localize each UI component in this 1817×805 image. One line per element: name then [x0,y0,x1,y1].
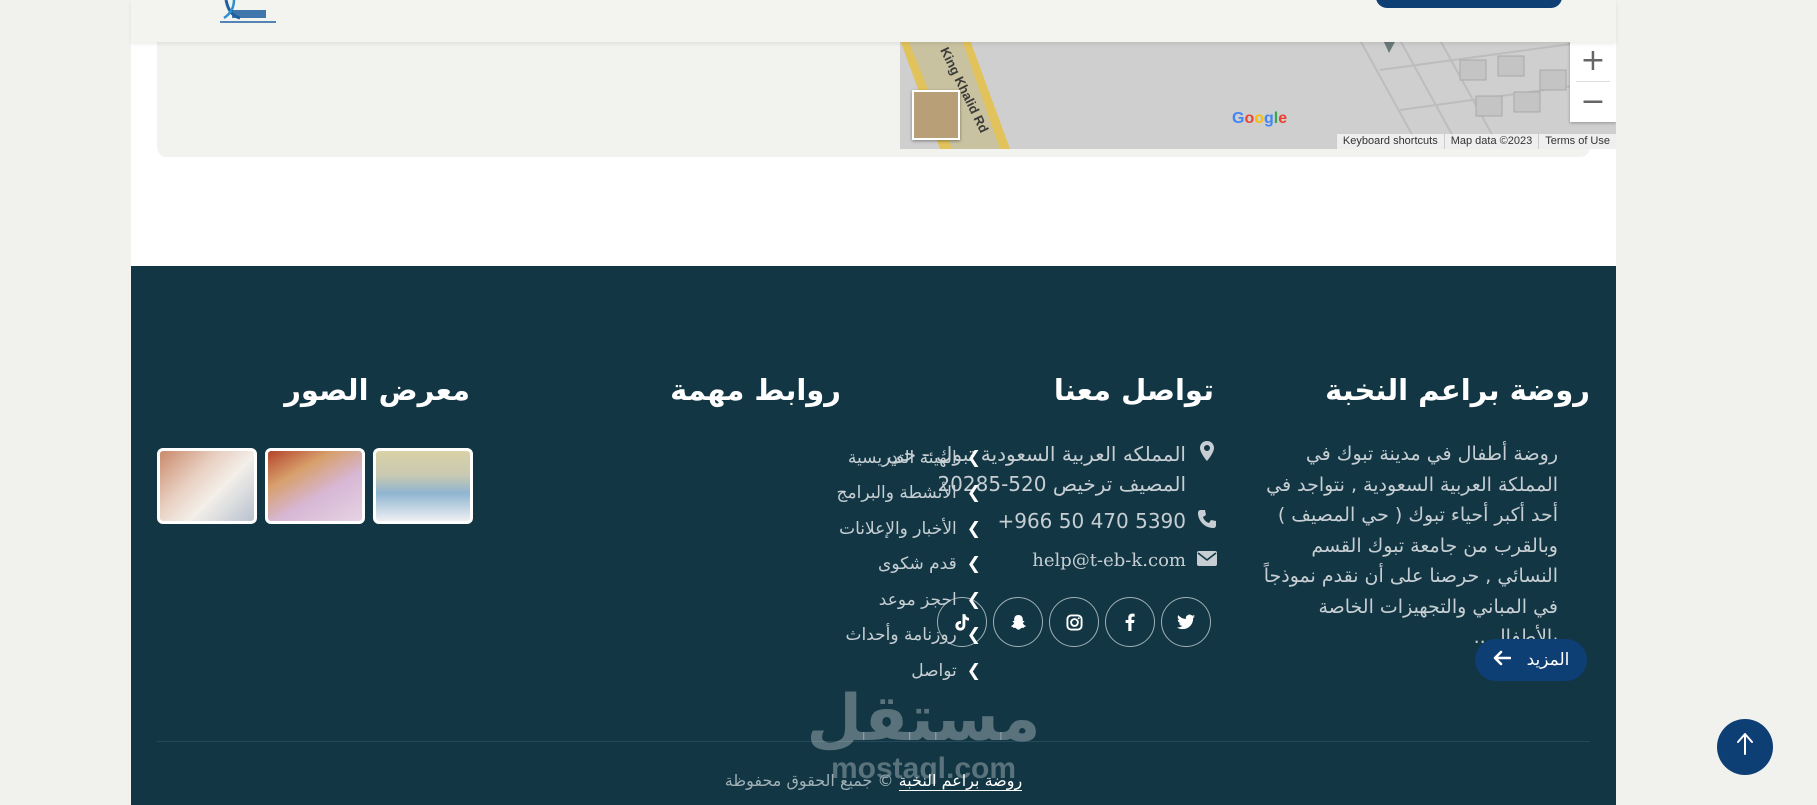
zoom-out-button[interactable]: − [1570,81,1616,122]
link-label: الأنشطة والبرامج [836,483,957,504]
watermark-arabic: مستقل [806,682,1041,756]
link-label: قدم شكوى [878,554,957,575]
instagram-icon[interactable] [1049,597,1099,647]
arrow-left-icon [1493,650,1511,671]
gallery-title: معرض الصور [284,373,470,407]
link-label: الأخبار والإعلانات [839,518,957,539]
map-zoom-control: + − [1570,40,1616,122]
chevron-right-icon: ❯ [966,447,981,468]
email-text: help@t-eb-k.com [1032,550,1186,571]
copyright: روضة براعم النخبة © جميع الحقوق محفوظة [131,771,1616,791]
phone-text: +966 50 470 5390 [997,509,1186,533]
map-satellite-toggle[interactable] [912,90,960,140]
contact-email[interactable]: help@t-eb-k.com [1032,550,1218,571]
chevron-right-icon: ❯ [966,483,981,504]
kids-table-photo[interactable] [373,448,473,524]
important-links-list: ❯ الهيئة التدريسية ❯ الأنشطة والبرامج ❯ الأ… [671,440,981,689]
contact-phone[interactable]: +966 50 470 5390 [997,509,1218,534]
snapchat-icon[interactable] [993,597,1043,647]
chevron-right-icon: ❯ [966,554,981,575]
about-title: روضة براعم النخبة [1325,373,1590,407]
page: King Khalid Rd Google + − Keyboard short… [131,0,1616,805]
link-item[interactable]: ❯ الأنشطة والبرامج [671,476,981,512]
link-label: روزنامة وأحداث [845,625,957,646]
link-label: تواصل [911,660,957,681]
link-item[interactable]: ❯ الهيئة التدريسية [671,440,981,476]
link-item[interactable]: ❯ احجز موعد [671,582,981,618]
copyright-text: © جميع الحقوق محفوظة [724,771,894,790]
chevron-right-icon: ❯ [966,518,981,539]
more-button[interactable]: المزيد [1475,639,1587,681]
scroll-to-top-button[interactable] [1717,719,1773,775]
contact-title: تواصل معنا [1053,373,1214,407]
chevron-right-icon: ❯ [966,589,981,610]
copyright-site-link[interactable]: روضة براعم النخبة [898,771,1023,791]
link-label: الهيئة التدريسية [847,447,957,468]
links-title: روابط مهمة [670,373,841,407]
link-item[interactable]: ❯ روزنامة وأحداث [671,618,981,654]
more-label: المزيد [1526,650,1570,670]
phone-icon [1196,509,1218,534]
map-attribution: Keyboard shortcuts Map data ©2023 Terms … [1335,134,1616,149]
link-item[interactable]: ❯ قدم شكوى [671,547,981,583]
keyboard-shortcuts-link[interactable]: Keyboard shortcuts [1335,134,1444,149]
zoom-in-button[interactable]: + [1570,40,1616,81]
envelope-icon [1196,550,1218,571]
twitter-icon[interactable] [1161,597,1211,647]
chevron-right-icon: ❯ [966,625,981,646]
link-item[interactable]: ❯ الأخبار والإعلانات [671,511,981,547]
terms-of-use-link[interactable]: Terms of Use [1538,134,1616,149]
chevron-right-icon: ❯ [966,660,981,681]
child-painting-photo[interactable] [265,448,365,524]
site-header [131,0,1616,42]
facebook-icon[interactable] [1105,597,1155,647]
google-logo: Google [1232,110,1288,127]
map-data-text: Map data ©2023 [1443,134,1539,149]
map-marker-icon [1196,439,1218,499]
header-cta-button[interactable] [1376,0,1562,8]
mostaql-watermark: مستقل mostaql.com [801,684,1046,784]
link-label: احجز موعد [878,589,957,610]
about-text: روضة أطفال في مدينة تبوك في المملكة العر… [1263,443,1558,648]
site-footer: روضة براعم النخبة روضة أطفال في مدينة تب… [131,266,1616,805]
arrow-up-icon [1736,732,1754,763]
photo-gallery [157,448,473,524]
children-drawing-photo[interactable] [157,448,257,524]
site-logo[interactable] [206,0,282,28]
